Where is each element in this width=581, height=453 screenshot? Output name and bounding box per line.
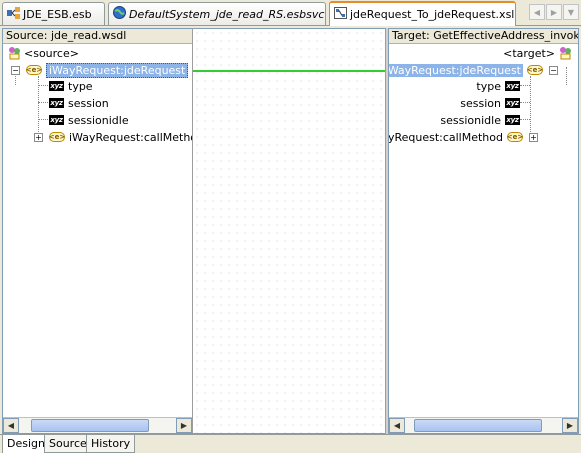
- tab-label: DefaultSystem_jde_read_RS.esbsvc: [129, 7, 325, 21]
- source-attr-label: session: [68, 96, 109, 110]
- attribute-icon: xyz: [505, 98, 520, 108]
- tree-guide: [38, 102, 48, 103]
- element-icon: <e>: [25, 65, 43, 75]
- element-icon: <e>: [48, 132, 66, 142]
- attribute-icon: xyz: [49, 115, 64, 125]
- tree-guide: [520, 85, 530, 86]
- target-root-row[interactable]: <target>: [503, 45, 572, 61]
- tab-design[interactable]: Design: [2, 435, 50, 453]
- scroll-tabs-left-button[interactable]: ◀: [529, 4, 545, 20]
- scroll-right-button[interactable]: ▶: [176, 418, 192, 433]
- tree-guide: [530, 76, 531, 136]
- tab-history[interactable]: History: [86, 435, 136, 453]
- scroll-left-button[interactable]: ◀: [3, 418, 19, 433]
- mapping-lines: [193, 70, 388, 72]
- tree-guide: [520, 119, 530, 120]
- esb-diagram-icon: [7, 6, 20, 22]
- target-horizontal-scrollbar[interactable]: ◀ ▶: [389, 417, 578, 433]
- attribute-icon: xyz: [49, 98, 64, 108]
- source-horizontal-scrollbar[interactable]: ◀ ▶: [3, 417, 192, 433]
- attribute-icon: xyz: [49, 81, 64, 91]
- schema-root-icon: [558, 46, 572, 60]
- tab-list-button[interactable]: ▼: [563, 4, 579, 20]
- attribute-icon: xyz: [505, 115, 520, 125]
- mapping-canvas[interactable]: [193, 28, 388, 434]
- target-element-label: iWayRequest:jdeRequest: [389, 63, 523, 77]
- tab-source[interactable]: Source: [44, 435, 92, 453]
- target-attr-label: type: [476, 79, 501, 93]
- tree-guide: [38, 119, 48, 120]
- schema-root-icon: [7, 46, 21, 60]
- target-element-row[interactable]: iWayRequest:jdeRequest <e> −: [389, 62, 558, 78]
- element-icon: <e>: [526, 65, 544, 75]
- scroll-tabs-right-button[interactable]: ▶: [546, 4, 562, 20]
- source-attr-label: type: [68, 79, 93, 93]
- source-element-row[interactable]: + <e> iWayRequest:callMethod: [34, 129, 193, 145]
- scroll-thumb[interactable]: [414, 419, 542, 432]
- tab-label: jdeRequest_To_jdeRequest.xsl: [350, 8, 515, 21]
- globe-service-icon: [113, 6, 126, 22]
- collapse-toggle[interactable]: −: [11, 65, 20, 75]
- target-element-label: iWayRequest:callMethod: [388, 130, 503, 144]
- expand-toggle[interactable]: +: [529, 132, 538, 142]
- source-element-row[interactable]: − <e> iWayRequest:jdeRequest: [11, 62, 189, 78]
- target-root-label: <target>: [503, 46, 555, 60]
- target-attr-row[interactable]: type xyz: [476, 78, 520, 94]
- tree-guide: [38, 85, 48, 86]
- source-panel: Source: jde_read.wsdl <source> − <e> iWa…: [2, 28, 193, 434]
- tab-jde-esb[interactable]: JDE_ESB.esb: [2, 2, 105, 25]
- target-attr-label: session: [460, 96, 501, 110]
- source-root-label: <source>: [24, 46, 79, 60]
- target-panel: Target: GetEffectiveAddress_invoke.w <ta…: [388, 28, 579, 434]
- collapse-toggle[interactable]: −: [549, 65, 558, 75]
- tab-jderequest-xsl[interactable]: jdeRequest_To_jdeRequest.xsl: [329, 1, 516, 26]
- tab-navigation: ◀ ▶ ▼: [529, 4, 579, 20]
- target-attr-row[interactable]: sessionidle xyz: [440, 112, 520, 128]
- tab-label: JDE_ESB.esb: [23, 7, 92, 21]
- scroll-left-button[interactable]: ◀: [389, 418, 405, 433]
- tree-guide: [566, 67, 567, 85]
- source-element-label: iWayRequest:jdeRequest: [46, 62, 189, 78]
- target-header: Target: GetEffectiveAddress_invoke.w: [389, 29, 578, 44]
- target-attr-row[interactable]: session xyz: [460, 95, 520, 111]
- editor-mode-tabs: Design Source History: [0, 434, 581, 453]
- source-element-label: iWayRequest:callMethod: [69, 130, 193, 144]
- source-attr-row[interactable]: xyz session: [49, 95, 109, 111]
- source-attr-label: sessionidle: [68, 113, 129, 127]
- target-attr-label: sessionidle: [440, 113, 501, 127]
- expand-toggle[interactable]: +: [34, 132, 43, 142]
- scroll-thumb[interactable]: [31, 419, 149, 432]
- editor-tab-bar: JDE_ESB.esb DefaultSystem_jde_read_RS.es…: [0, 0, 581, 26]
- xsl-map-icon: [334, 7, 347, 22]
- element-icon: <e>: [506, 132, 524, 142]
- tab-default-system-service[interactable]: DefaultSystem_jde_read_RS.esbsvc: [108, 2, 326, 25]
- source-attr-row[interactable]: xyz type: [49, 78, 93, 94]
- tree-guide: [520, 102, 530, 103]
- target-element-row[interactable]: iWayRequest:callMethod <e> +: [388, 129, 538, 145]
- source-header: Source: jde_read.wsdl: [3, 29, 192, 44]
- source-root-row[interactable]: <source>: [7, 45, 79, 61]
- source-attr-row[interactable]: xyz sessionidle: [49, 112, 129, 128]
- attribute-icon: xyz: [505, 81, 520, 91]
- scroll-right-button[interactable]: ▶: [562, 418, 578, 433]
